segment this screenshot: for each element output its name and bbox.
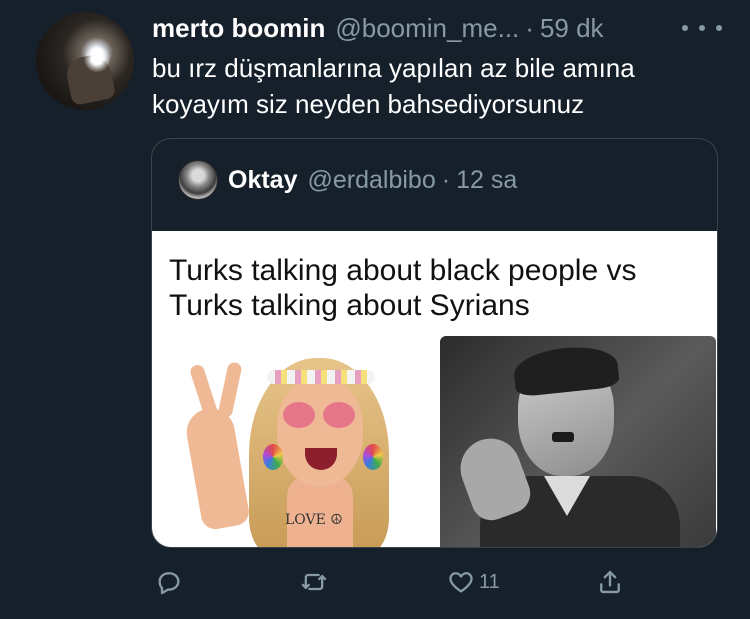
like-button[interactable]: 11: [447, 562, 500, 602]
sunglasses-lens: [283, 402, 315, 428]
tweet-timestamp[interactable]: 59 dk: [540, 13, 604, 44]
quoted-header-separator: ·: [441, 165, 451, 194]
heart-icon: [449, 572, 473, 593]
meme-caption: Turks talking about black people vs Turk…: [169, 254, 637, 322]
retweet-icon: [301, 573, 327, 591]
reply-icon: [158, 572, 180, 595]
header-separator: ·: [525, 12, 534, 43]
more-dot: [716, 25, 722, 31]
retweet-button[interactable]: [300, 562, 328, 602]
reply-button[interactable]: [155, 562, 183, 602]
quoted-timestamp[interactable]: 12 sa: [456, 166, 517, 195]
peace-earring: [363, 444, 383, 470]
sunglasses-lens: [323, 402, 355, 428]
tweet-header: merto boomin @boomin_me... · 59 dk: [152, 12, 604, 44]
peace-finger: [188, 363, 220, 421]
author-handle[interactable]: @boomin_me...: [335, 13, 519, 44]
meme-image-right: [440, 336, 716, 547]
meme-image-left: LOVE ☮: [159, 336, 436, 547]
more-options-icon[interactable]: [682, 16, 722, 40]
avatar-light: [84, 46, 110, 72]
man-moustache: [552, 432, 574, 442]
author-name[interactable]: merto boomin: [152, 13, 325, 44]
tweet-text: bu ırz düşmanlarına yapılan az bile amın…: [152, 53, 635, 119]
tweet[interactable]: merto boomin @boomin_me... · 59 dk bu ır…: [0, 0, 750, 619]
quoted-author-avatar[interactable]: [178, 160, 218, 200]
peace-finger: [217, 361, 243, 419]
more-dot: [699, 25, 705, 31]
more-dot: [682, 25, 688, 31]
quoted-author-name[interactable]: Oktay: [228, 166, 297, 195]
like-count: 11: [479, 570, 500, 593]
tweet-actions: 11: [0, 562, 750, 602]
share-button[interactable]: [596, 562, 624, 602]
peace-hand: [182, 404, 252, 532]
share-icon: [600, 570, 620, 594]
quoted-author-handle[interactable]: @erdalbibo: [307, 166, 435, 195]
peace-earring: [263, 444, 283, 470]
author-avatar[interactable]: [36, 12, 134, 110]
quoted-header: Oktay @erdalbibo · 12 sa: [178, 160, 517, 200]
quoted-tweet[interactable]: Oktay @erdalbibo · 12 sa Turks talking a…: [151, 138, 718, 548]
flower-headband: [267, 370, 375, 384]
love-tattoo: LOVE ☮: [285, 512, 343, 528]
quoted-media[interactable]: Turks talking about black people vs Turk…: [152, 231, 717, 547]
